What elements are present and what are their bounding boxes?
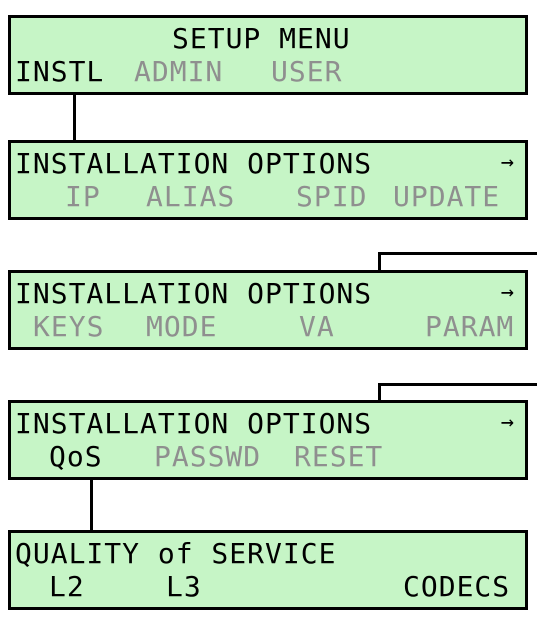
connector-line	[378, 383, 537, 386]
screen-title: INSTALLATION OPTIONS	[15, 277, 373, 310]
setup-menu-screen: SETUP MENU INSTL ADMIN USER	[8, 15, 528, 95]
screen-title: INSTALLATION OPTIONS	[15, 147, 373, 180]
menu-option-l2[interactable]: L2	[49, 573, 85, 601]
menu-option-mode[interactable]: MODE	[146, 313, 217, 341]
connector-line	[378, 252, 537, 255]
connector-line	[378, 383, 381, 400]
menu-option-va[interactable]: VA	[299, 313, 335, 341]
next-page-arrow-icon[interactable]: →	[501, 152, 515, 174]
menu-option-passwd[interactable]: PASSWD	[154, 443, 261, 471]
connector-line	[73, 95, 76, 140]
menu-option-keys[interactable]: KEYS	[33, 313, 104, 341]
menu-option-l3[interactable]: L3	[166, 573, 202, 601]
screen-title: QUALITY of SERVICE	[15, 537, 337, 570]
menu-option-alias[interactable]: ALIAS	[146, 183, 235, 211]
next-page-arrow-icon[interactable]: →	[501, 282, 515, 304]
menu-option-qos[interactable]: QoS	[49, 443, 103, 471]
installation-options-screen-1: INSTALLATION OPTIONS → IP ALIAS SPID UPD…	[8, 140, 528, 220]
next-page-arrow-icon[interactable]: →	[501, 412, 515, 434]
menu-option-ip[interactable]: IP	[65, 183, 101, 211]
menu-option-spid[interactable]: SPID	[296, 183, 367, 211]
menu-option-user[interactable]: USER	[271, 58, 342, 86]
menu-option-param[interactable]: PARAM	[425, 313, 514, 341]
menu-option-codecs[interactable]: CODECS	[403, 573, 510, 601]
menu-option-instl[interactable]: INSTL	[15, 58, 104, 86]
connector-line	[90, 480, 93, 530]
installation-options-screen-3: INSTALLATION OPTIONS → QoS PASSWD RESET	[8, 400, 528, 480]
screen-title: INSTALLATION OPTIONS	[15, 407, 373, 440]
quality-of-service-screen: QUALITY of SERVICE L2 L3 CODECS	[8, 530, 528, 610]
menu-option-reset[interactable]: RESET	[294, 443, 383, 471]
connector-line	[378, 252, 381, 270]
menu-option-admin[interactable]: ADMIN	[134, 58, 223, 86]
installation-options-screen-2: INSTALLATION OPTIONS → KEYS MODE VA PARA…	[8, 270, 528, 350]
screen-title: SETUP MENU	[172, 22, 351, 55]
menu-option-update[interactable]: UPDATE	[393, 183, 500, 211]
